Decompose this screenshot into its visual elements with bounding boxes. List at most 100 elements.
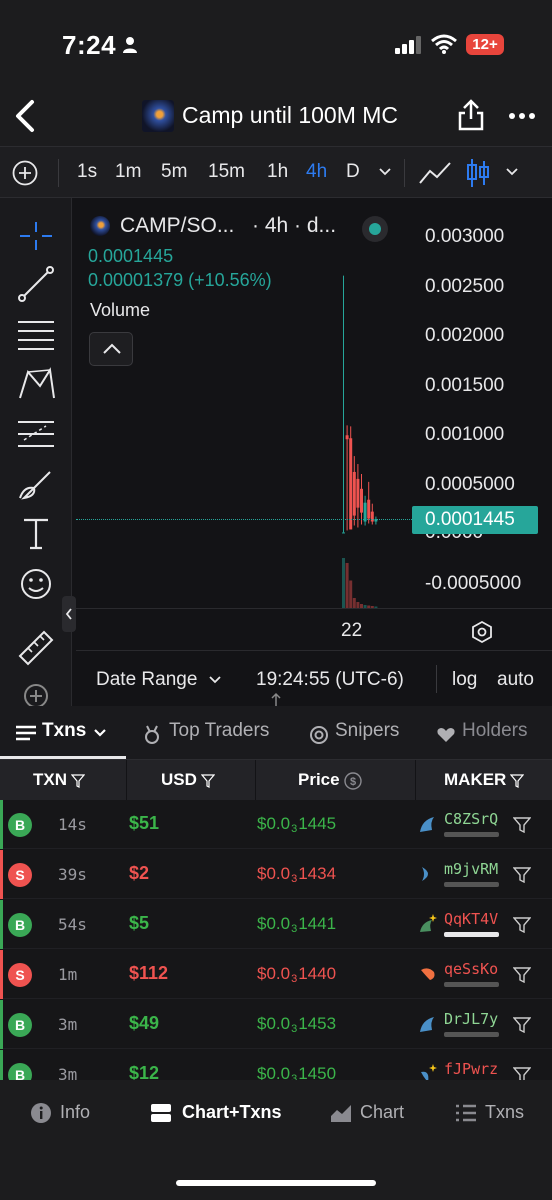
divider	[436, 665, 437, 693]
tab-holders[interactable]: Holders	[462, 720, 527, 742]
timeframe-1s[interactable]: 1s	[77, 161, 97, 183]
nav-txns[interactable]: Txns	[485, 1102, 524, 1123]
column-label: TXN	[33, 770, 67, 789]
maker-address[interactable]: C8ZSrQ	[444, 810, 498, 828]
table-row[interactable]: B 54s $5 $0.031441 QqKT4V	[0, 900, 552, 949]
filter-icon[interactable]	[513, 817, 531, 833]
fish-icon	[422, 867, 428, 881]
table-row[interactable]: S 39s $2 $0.031434 m9jvRM	[0, 850, 552, 899]
home-indicator	[176, 1180, 376, 1186]
currency-toggle-icon[interactable]: $	[343, 771, 362, 790]
toolbar-collapse-button[interactable]	[62, 596, 76, 632]
divider	[58, 159, 59, 187]
timeframe-5m[interactable]: 5m	[161, 161, 187, 183]
price-zero-count: 3	[291, 923, 298, 935]
filter-icon[interactable]	[513, 917, 531, 933]
info-icon[interactable]	[30, 1102, 52, 1124]
tab-txns[interactable]: Txns	[42, 720, 86, 742]
timeframe-4h[interactable]: 4h	[306, 161, 327, 183]
symbol-label[interactable]: CAMP/SO...	[120, 214, 234, 238]
filter-icon[interactable]	[513, 867, 531, 883]
chevron-down-icon[interactable]	[93, 728, 107, 738]
list-icon[interactable]	[455, 1102, 477, 1124]
txn-age: 14s	[58, 815, 87, 834]
auto-scale-toggle[interactable]: auto	[497, 669, 534, 691]
column-label: MAKER	[444, 770, 507, 789]
emoji-icon[interactable]	[14, 564, 58, 604]
filter-icon[interactable]	[513, 1017, 531, 1033]
filter-icon[interactable]	[200, 773, 215, 788]
fib-retracement-icon[interactable]	[14, 314, 58, 354]
ruler-icon[interactable]	[14, 626, 58, 666]
dolphin-icon	[420, 1017, 434, 1032]
timeframe-1h[interactable]: 1h	[267, 161, 288, 183]
maker-address[interactable]: QqKT4V	[444, 910, 498, 928]
more-icon[interactable]	[506, 102, 538, 130]
chart-area[interactable]: CAMP/SO... · 4h · d... 0.0001445 0.00001…	[0, 198, 552, 708]
table-row[interactable]: B 14s $51 $0.031445 C8ZSrQ	[0, 800, 552, 849]
token-avatar	[90, 216, 110, 236]
nav-chart-txns[interactable]: Chart+Txns	[182, 1102, 282, 1123]
add-indicator-icon[interactable]	[12, 160, 38, 186]
trend-line-icon[interactable]	[14, 264, 58, 304]
chart-settings-icon[interactable]	[470, 620, 494, 644]
split-view-icon[interactable]	[150, 1102, 172, 1124]
column-header-usd[interactable]: USD	[161, 760, 215, 800]
nav-info[interactable]: Info	[60, 1102, 90, 1123]
legend-change: 0.00001379 (+10.56%)	[88, 270, 272, 290]
timeframe-15m[interactable]: 15m	[208, 161, 245, 183]
table-row[interactable]: B 3m $49 $0.031453 DrJL7y	[0, 1000, 552, 1049]
filter-icon[interactable]	[71, 773, 85, 788]
sell-badge: S	[8, 863, 32, 887]
price-digits: 1441	[298, 914, 337, 933]
txn-usd: $112	[129, 963, 169, 983]
timeframe-1m[interactable]: 1m	[115, 161, 141, 183]
tab-snipers[interactable]: Snipers	[335, 720, 399, 742]
txn-age: 1m	[58, 965, 78, 984]
share-icon[interactable]	[456, 98, 486, 132]
price-zero-count: 3	[291, 1073, 298, 1080]
tab-top-traders[interactable]: Top Traders	[169, 720, 269, 742]
filter-icon[interactable]	[513, 1067, 531, 1080]
volume-collapse-button[interactable]	[89, 332, 133, 366]
text-tool-icon[interactable]	[14, 514, 58, 554]
timeframe-d[interactable]: D	[346, 161, 360, 183]
area-chart-icon[interactable]	[330, 1102, 352, 1124]
divider	[126, 760, 127, 800]
filter-icon[interactable]	[513, 967, 531, 983]
market-status-indicator	[362, 216, 388, 242]
current-time[interactable]: 19:24:55 (UTC-6)	[256, 669, 404, 691]
column-header-txn[interactable]: TXN	[33, 760, 85, 800]
maker-address[interactable]: m9jvRM	[444, 860, 498, 878]
maker-address[interactable]: fJPwrz	[444, 1060, 498, 1078]
side-indicator	[0, 950, 3, 999]
filter-icon[interactable]	[510, 773, 525, 788]
volume-bar	[345, 563, 349, 608]
txn-price: $0.031453	[257, 1014, 336, 1035]
transactions-list: B 14s $51 $0.031445 C8ZSrQ S 39s $2 $0.0…	[0, 800, 552, 1080]
nav-chart[interactable]: Chart	[360, 1102, 404, 1123]
prediction-icon[interactable]	[14, 414, 58, 454]
chevron-down-icon[interactable]	[505, 167, 519, 177]
table-row[interactable]: B 3m $12 $0.031450 fJPwrz	[0, 1050, 552, 1080]
crosshair-icon[interactable]	[14, 216, 58, 256]
line-chart-icon[interactable]	[418, 159, 452, 187]
candlestick-icon[interactable]	[466, 157, 490, 189]
column-header-maker[interactable]: MAKER	[444, 760, 525, 800]
interval-label[interactable]: · 4h · d...	[252, 214, 336, 238]
chevron-down-icon[interactable]	[208, 675, 222, 685]
candle	[367, 499, 371, 519]
pattern-icon[interactable]	[14, 364, 58, 404]
table-row[interactable]: S 1m $112 $0.031440 qeSsKo	[0, 950, 552, 999]
maker-address[interactable]: DrJL7y	[444, 1010, 498, 1028]
back-icon[interactable]	[8, 96, 44, 136]
maker-address[interactable]: qeSsKo	[444, 960, 498, 978]
chevron-down-icon[interactable]	[378, 167, 392, 177]
column-header-price[interactable]: Price $	[298, 760, 362, 800]
date-range-button[interactable]: Date Range	[96, 669, 197, 691]
y-axis-tick: 0.001000	[425, 424, 505, 445]
maker-holding-bar	[444, 1032, 499, 1037]
brush-icon[interactable]	[14, 464, 58, 504]
log-scale-toggle[interactable]: log	[452, 669, 477, 691]
side-indicator	[0, 900, 3, 949]
